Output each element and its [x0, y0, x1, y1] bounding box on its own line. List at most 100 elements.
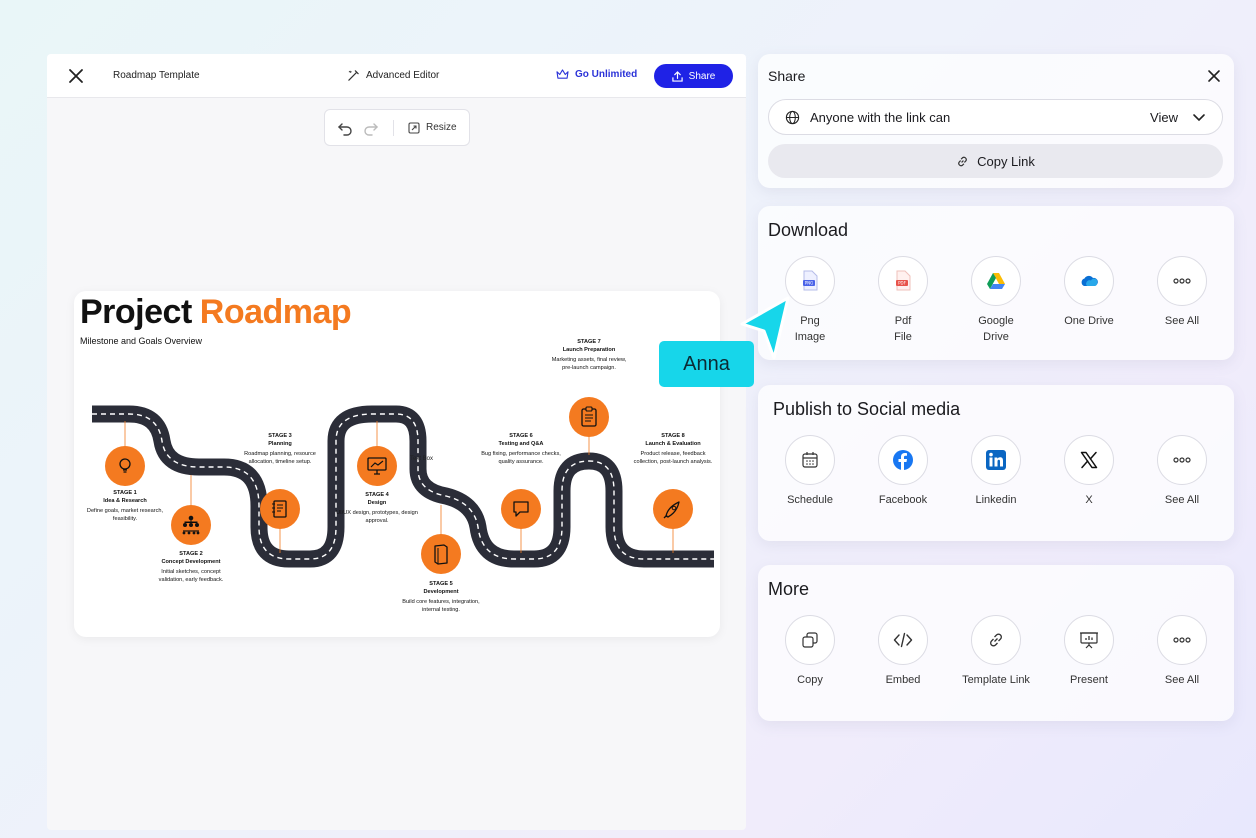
social-see-all-button[interactable]: See All — [1137, 435, 1227, 509]
stage-6-label[interactable]: STAGE 6 Testing and Q&A Bug fixing, perf… — [478, 433, 564, 466]
social-panel-title: Publish to Social media — [773, 399, 961, 419]
collaborator-name: Anna — [683, 352, 730, 375]
copy-link-button[interactable]: Copy Link — [768, 144, 1223, 178]
one-drive-button[interactable]: One Drive — [1044, 256, 1134, 330]
stage-4-circle[interactable] — [357, 446, 397, 486]
linkedin-button[interactable]: Linkedin — [951, 435, 1041, 509]
book-icon — [434, 544, 448, 565]
link-access-value: View — [1150, 109, 1178, 125]
download-see-all-button[interactable]: See All — [1137, 256, 1227, 330]
more-see-all-button[interactable]: See All — [1137, 615, 1227, 689]
stage-8-label[interactable]: STAGE 8 Launch & Evaluation Product rele… — [630, 433, 716, 466]
resize-button[interactable]: Resize — [408, 121, 457, 134]
stage-5-number: STAGE 5 — [429, 581, 453, 587]
advanced-editor-button[interactable]: Advanced Editor — [347, 69, 439, 82]
download-pdf-button[interactable]: PDF Pdf File — [858, 256, 948, 346]
stage-2-circle[interactable] — [171, 505, 211, 545]
text-box-placeholder[interactable]: Text Box — [410, 456, 433, 462]
stage-4-number: STAGE 4 — [365, 492, 389, 498]
svg-text:PDF: PDF — [898, 281, 906, 286]
stage-7-label[interactable]: STAGE 7 Launch Preparation Marketing ass… — [546, 339, 632, 372]
share-button-label: Share — [688, 70, 716, 82]
more-panel-title: More — [768, 579, 810, 599]
document-title[interactable]: Roadmap Template — [113, 70, 200, 81]
stage-5-label[interactable]: STAGE 5 Development Build core features,… — [398, 581, 484, 614]
go-unlimited-button[interactable]: Go Unlimited — [556, 69, 637, 80]
one-drive-icon — [1064, 256, 1114, 306]
download-panel: Download PNG Png Image PDF Pdf File Goog… — [758, 206, 1234, 360]
schedule-button[interactable]: Schedule — [765, 435, 855, 509]
stage-6-desc: Bug fixing, performance checks, quality … — [481, 451, 561, 465]
stage-8-circle[interactable] — [653, 489, 693, 529]
stage-1-number: STAGE 1 — [113, 490, 137, 496]
globe-icon — [785, 110, 800, 124]
stage-8-number: STAGE 8 — [661, 433, 685, 439]
more-dots-icon — [1157, 615, 1207, 665]
download-options: PNG Png Image PDF Pdf File Google Drive … — [758, 256, 1234, 356]
stage-3-label[interactable]: STAGE 3 Planning Roadmap planning, resou… — [237, 433, 323, 466]
linkedin-label: Linkedin — [975, 494, 1017, 506]
link-icon — [971, 615, 1021, 665]
download-see-all-label: See All — [1164, 315, 1200, 327]
facebook-button[interactable]: Facebook — [858, 435, 948, 509]
stage-3-number: STAGE 3 — [268, 433, 292, 439]
stage-1-label[interactable]: STAGE 1 Idea & Research Define goals, ma… — [82, 490, 168, 523]
calendar-icon — [785, 435, 835, 485]
facebook-label: Facebook — [878, 494, 928, 506]
stage-4-desc: UI/UX design, prototypes, design approva… — [336, 510, 418, 524]
stage-3-circle[interactable] — [260, 489, 300, 529]
template-link-button[interactable]: Template Link — [951, 615, 1041, 689]
stage-3-title: Planning — [268, 440, 292, 447]
embed-button[interactable]: Embed — [858, 615, 948, 689]
facebook-icon — [878, 435, 928, 485]
chat-bubble-icon — [513, 501, 529, 517]
copy-button[interactable]: Copy — [765, 615, 855, 689]
canvas-toolbar: Resize — [324, 109, 470, 146]
redo-icon[interactable] — [363, 120, 379, 136]
stage-4-title: Design — [367, 499, 387, 506]
stage-2-label[interactable]: STAGE 2 Concept Development Initial sket… — [148, 551, 234, 584]
more-dots-icon — [1157, 435, 1207, 485]
social-options: Schedule Facebook Linkedin X See All — [758, 435, 1234, 535]
google-drive-button[interactable]: Google Drive — [951, 256, 1041, 346]
resize-label: Resize — [426, 122, 457, 133]
design-canvas[interactable]: Project Roadmap Milestone and Goals Overv… — [74, 291, 720, 637]
copy-icon — [785, 615, 835, 665]
stage-7-title: Launch Preparation — [562, 346, 616, 353]
close-icon[interactable] — [1206, 68, 1222, 84]
share-panel-title: Share — [768, 68, 806, 84]
share-panel: Share Anyone with the link can View Copy… — [758, 54, 1234, 188]
stage-2-desc: Initial sketches, concept validation, ea… — [158, 569, 224, 583]
stage-7-circle[interactable] — [569, 397, 609, 437]
x-button[interactable]: X — [1044, 435, 1134, 509]
lightbulb-icon — [119, 458, 131, 473]
schedule-label: Schedule — [787, 494, 833, 506]
stage-1-circle[interactable] — [105, 446, 145, 486]
copy-link-label: Copy Link — [977, 153, 1035, 169]
social-see-all-label: See All — [1164, 494, 1200, 506]
undo-icon[interactable] — [337, 120, 353, 136]
link-access-dropdown[interactable]: Anyone with the link can View — [768, 99, 1223, 135]
download-panel-title: Download — [768, 220, 849, 240]
stage-5-circle[interactable] — [421, 534, 461, 574]
template-link-label: Template Link — [962, 674, 1030, 686]
link-access-label: Anyone with the link can — [810, 109, 951, 125]
wand-icon — [348, 70, 359, 81]
editor-window: Roadmap Template Advanced Editor Go Unli… — [47, 54, 746, 830]
present-label: Present — [1070, 674, 1108, 686]
present-button[interactable]: Present — [1044, 615, 1134, 689]
stage-6-circle[interactable] — [501, 489, 541, 529]
google-drive-icon — [971, 256, 1021, 306]
stage-8-desc: Product release, feedback collection, po… — [633, 451, 713, 465]
stage-1-desc: Define goals, market research, feasibili… — [86, 508, 164, 522]
stage-5-title: Development — [423, 588, 459, 595]
stage-7-desc: Marketing assets, final review, pre-laun… — [551, 357, 627, 371]
stage-4-label[interactable]: STAGE 4 Design UI/UX design, prototypes,… — [334, 492, 420, 525]
monitor-chart-icon — [367, 457, 387, 475]
clipboard-icon — [581, 406, 597, 427]
close-icon[interactable] — [67, 67, 85, 85]
social-panel: Publish to Social media Schedule Faceboo… — [758, 385, 1234, 541]
linkedin-icon — [971, 435, 1021, 485]
crown-icon — [556, 69, 569, 79]
share-button[interactable]: Share — [654, 64, 733, 88]
